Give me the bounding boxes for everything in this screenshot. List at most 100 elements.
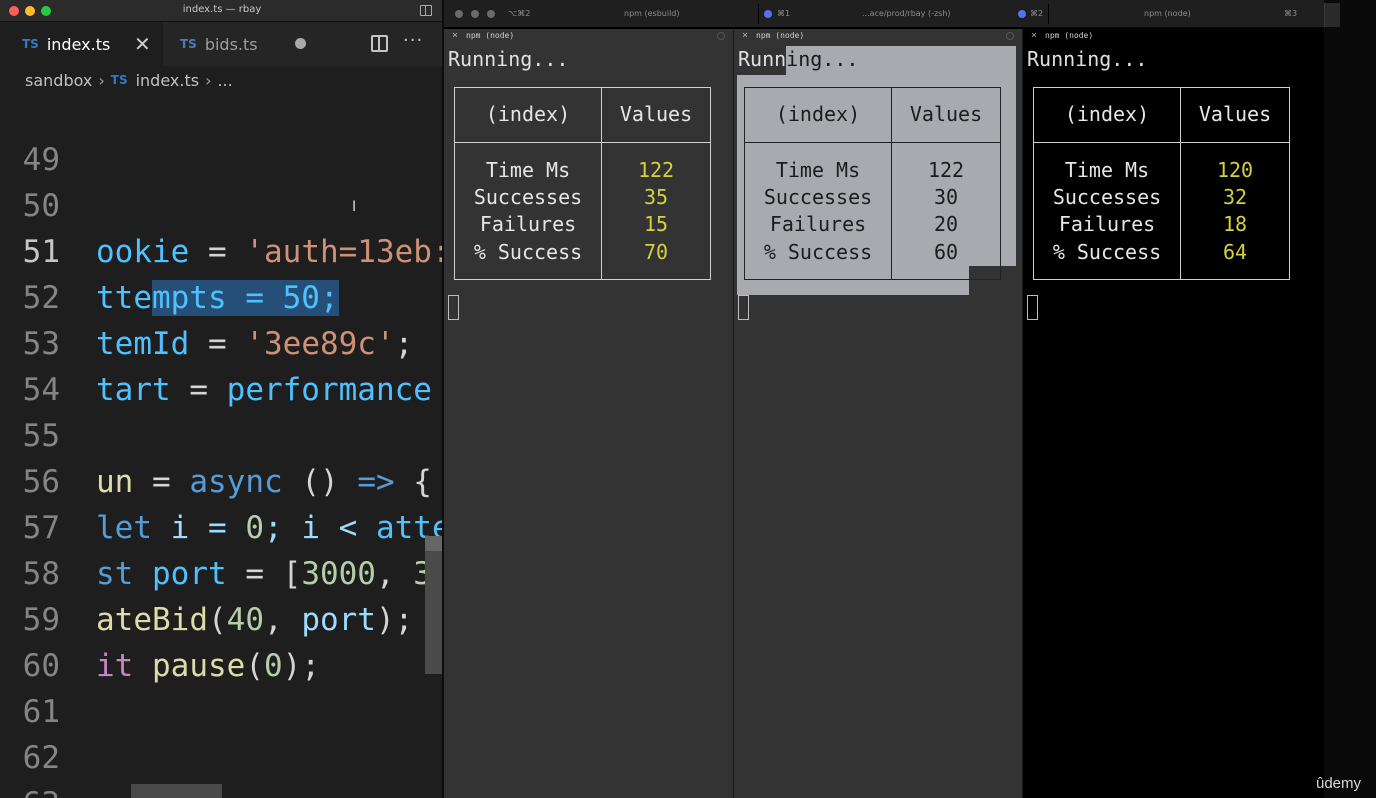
code-line: 63 [0, 735, 444, 798]
window-title: index.ts — rbay [182, 4, 262, 15]
new-tab-button[interactable] [1324, 3, 1340, 27]
code-line: 60 [0, 597, 444, 684]
row-key: Failures [479, 212, 577, 236]
tab-zsh[interactable]: ...ace/prod/rbay (-zsh) [862, 0, 951, 28]
row-value: 20 [933, 212, 959, 236]
row-value: 120 [1216, 158, 1254, 182]
minimize-window-button[interactable] [471, 10, 479, 18]
typescript-file-icon: TS [22, 37, 39, 51]
row-key: Time Ms [485, 158, 571, 182]
tab-shortcut: ⌘3 [1284, 9, 1298, 18]
code-line: 53 tart = performance [0, 275, 444, 408]
code-line: 54 [0, 321, 444, 408]
tab-shortcut: ⌘1 [777, 9, 791, 18]
pane-header: × npm (node) [734, 29, 1022, 43]
typescript-file-icon: TS [110, 73, 128, 87]
tab-separator [758, 4, 759, 24]
close-window-button[interactable] [455, 10, 463, 18]
code-line: 61 [0, 643, 444, 730]
row-key: Failures [769, 212, 867, 236]
row-key: Successes [763, 185, 873, 209]
tab-npm-node[interactable]: npm (node) [1144, 0, 1191, 28]
column-header: Values [619, 102, 693, 126]
pane-header: × npm (node) [1023, 29, 1323, 43]
tab-shortcut: ⌘2 [1030, 9, 1044, 18]
column-header: (index) [485, 102, 571, 126]
row-value: 64 [1222, 240, 1248, 264]
breadcrumb: sandbox › TS index.ts › ... [0, 66, 444, 94]
pane-title: npm (node) [1045, 31, 1094, 40]
code-line: 59 it pause(0); [0, 551, 444, 684]
status-text: Running... [448, 47, 569, 71]
row-key: Time Ms [1064, 158, 1150, 182]
code-line: 49 [0, 91, 444, 178]
column-header: (index) [775, 102, 861, 126]
row-value: 32 [1222, 185, 1248, 209]
layout-toggle-icon[interactable] [420, 5, 432, 16]
terminal-pane-2[interactable]: × npm (node) Running... (index) Values T… [734, 29, 1022, 798]
breadcrumb-folder[interactable]: sandbox [25, 71, 92, 90]
console-table: (index) Values Time Ms 122 Successes 30 … [744, 87, 1001, 280]
text-cursor-icon: I [352, 199, 357, 215]
row-value: 15 [643, 212, 669, 236]
row-key: % Success [1052, 240, 1162, 264]
zoom-window-button[interactable] [487, 10, 495, 18]
code-line: 55 un = async () => { [0, 367, 444, 500]
chevron-right-icon: › [98, 70, 105, 90]
row-key: Successes [473, 185, 583, 209]
row-value: 30 [933, 185, 959, 209]
tab-bids-ts[interactable]: TS bids.ts [163, 22, 323, 66]
row-value: 70 [643, 240, 669, 264]
vscode-editor-window: index.ts — rbay TS index.ts ✕ TS bids.ts… [0, 0, 444, 798]
tab-npm-esbuild[interactable]: npm (esbuild) [624, 0, 680, 28]
table-divider [745, 142, 1000, 143]
row-key: Time Ms [775, 158, 861, 182]
code-line: 57 st port = [3000, 30 [0, 459, 444, 592]
pane-title: npm (node) [466, 31, 515, 40]
code-line: 58 ateBid(40, port); [0, 505, 444, 638]
tab-shortcut: ⌥⌘2 [508, 9, 531, 18]
close-pane-icon[interactable]: × [1031, 29, 1037, 43]
tab-activity-icon [764, 10, 772, 18]
breadcrumb-symbol[interactable]: ... [217, 71, 232, 90]
row-value: 122 [927, 158, 965, 182]
console-table: (index) Values Time Ms 122 Successes 35 … [454, 87, 711, 280]
table-divider [1034, 142, 1289, 143]
status-text: Running... [1027, 47, 1148, 71]
code-line: 52 temId = '3ee89c'; [0, 229, 444, 362]
unsaved-dot-icon[interactable] [295, 38, 306, 49]
code-line-current: 51 ttempts = 50; [0, 183, 444, 316]
scrollbar-thumb[interactable] [425, 536, 443, 551]
split-editor-icon[interactable] [371, 35, 388, 52]
row-value: 18 [1222, 212, 1248, 236]
tab-index-ts[interactable]: TS index.ts ✕ [0, 22, 163, 66]
tab-activity-icon [1018, 10, 1026, 18]
console-table: (index) Values Time Ms 120 Successes 32 … [1033, 87, 1290, 280]
horizontal-scrollbar[interactable] [131, 784, 222, 798]
close-pane-icon[interactable]: × [452, 29, 458, 43]
row-key: Successes [1052, 185, 1162, 209]
pane-header: × npm (node) [444, 29, 733, 43]
terminal-cursor [738, 295, 749, 320]
tab-separator [1048, 4, 1049, 24]
pane-options-icon[interactable] [717, 32, 725, 40]
pane-options-icon[interactable] [1006, 32, 1014, 40]
tab-label: bids.ts [204, 34, 258, 54]
terminal-cursor [1027, 295, 1038, 320]
close-pane-icon[interactable]: × [742, 29, 748, 43]
tab-label: index.ts [46, 34, 111, 54]
code-area[interactable]: 49 50 ookie = 'auth=13eb: 51 ttempts = 5… [0, 91, 444, 798]
breadcrumb-file[interactable]: index.ts [136, 71, 199, 90]
row-value: 60 [933, 240, 959, 264]
code-line: 50 ookie = 'auth=13eb: [0, 137, 444, 270]
column-header: Values [909, 102, 983, 126]
terminal-pane-3[interactable]: × npm (node) Running... (index) Values T… [1023, 29, 1323, 798]
vertical-scrollbar[interactable] [425, 536, 443, 674]
code-line: 62 [0, 689, 444, 776]
close-tab-icon[interactable]: ✕ [134, 34, 151, 54]
terminal-pane-1[interactable]: × npm (node) Running... (index) Values T… [444, 29, 733, 798]
column-header: Values [1198, 102, 1272, 126]
more-actions-icon[interactable]: ··· [403, 30, 423, 51]
terminal-tab-bar: ⌥⌘2 npm (esbuild) ⌘1 ...ace/prod/rbay (-… [444, 0, 1324, 28]
terminal-side-area [1324, 0, 1376, 798]
